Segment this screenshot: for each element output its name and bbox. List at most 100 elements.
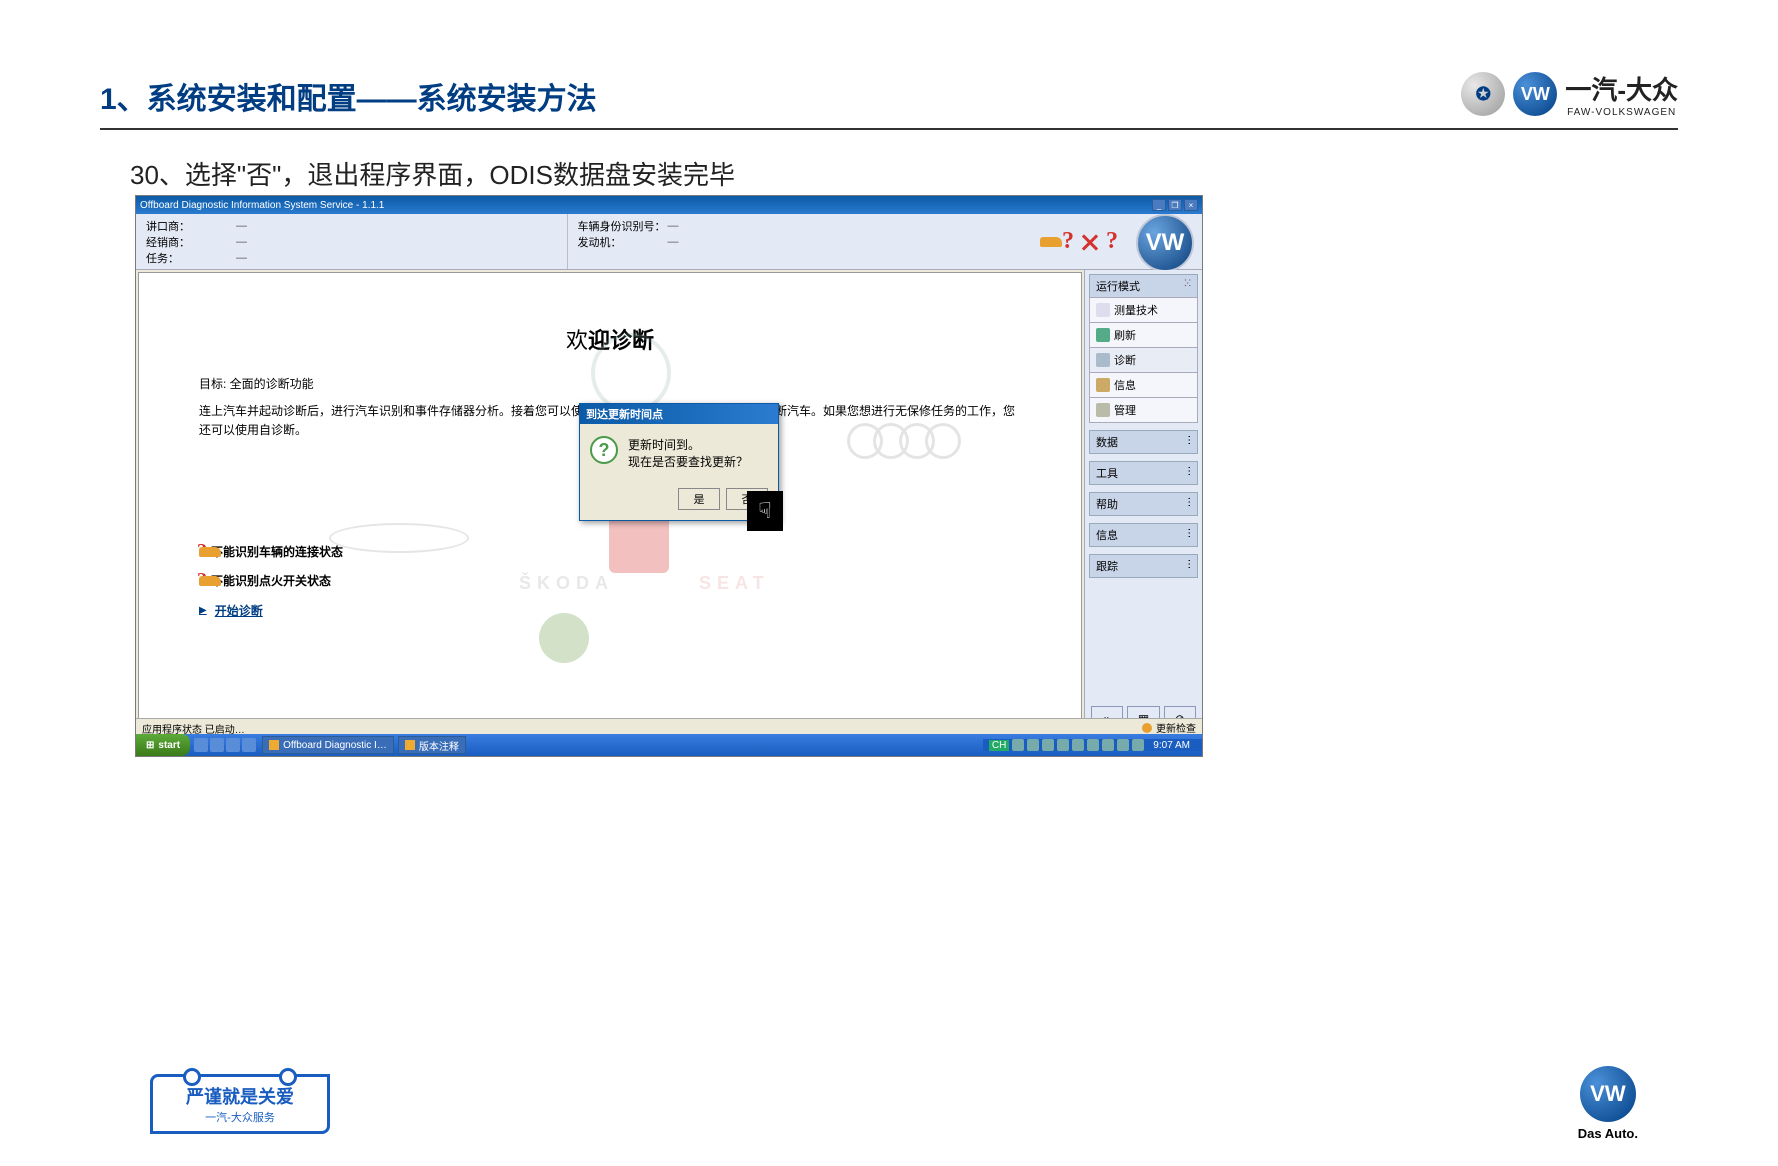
info-col-right: 车辆身份识别号：— 发动机：— (567, 214, 999, 269)
tray-icon[interactable] (1087, 739, 1099, 751)
tray-icon[interactable] (1072, 739, 1084, 751)
main-content-area: ŠKODA SEAT 欢迎诊断 目标: 全面的诊断功能 连上汽车并起动诊断后，进… (138, 272, 1082, 738)
skoda-text-watermark: ŠKODA (519, 573, 614, 594)
tray-icon[interactable] (1057, 739, 1069, 751)
dialog-message: 更新时间到。 现在是否要查找更新？ (628, 436, 748, 470)
importer-label: 讲口商： (146, 218, 236, 234)
play-icon: ▶ (199, 605, 207, 616)
importer-value: — (236, 220, 247, 232)
sidebar-header-info2[interactable]: 信息ⵗ (1089, 523, 1198, 547)
info-col-left: 讲口商：— 经销商：— 任务：— (136, 214, 567, 269)
status-text: 应用程序状态 已启动… (142, 721, 245, 734)
app-icon (405, 740, 415, 750)
engine-label: 发动机： (578, 234, 668, 250)
vin-label: 车辆身份识别号： (578, 218, 668, 234)
sidebar-header-runmode[interactable]: 运行模式ⵘ (1089, 274, 1198, 298)
window-titlebar[interactable]: Offboard Diagnostic Information System S… (136, 196, 1202, 214)
gauge-icon (1096, 303, 1110, 317)
faw-emblem-icon: ✪ (1461, 72, 1505, 116)
quick-launch (190, 738, 260, 752)
tray-icon[interactable] (1102, 739, 1114, 751)
seat-text-watermark: SEAT (699, 573, 770, 594)
cursor-hand-icon: ☟ (747, 491, 783, 531)
vehicle-info-panel: 讲口商：— 经销商：— 任务：— 车辆身份识别号：— 发动机：— ? ? VW (136, 214, 1202, 270)
close-button[interactable]: × (1184, 199, 1198, 211)
odis-body: ŠKODA SEAT 欢迎诊断 目标: 全面的诊断功能 连上汽车并起动诊断后，进… (136, 270, 1202, 740)
sidebar-item-measure[interactable]: 测量技术 (1089, 297, 1198, 323)
slide-step-text: 30、选择"否"，退出程序界面，ODIS数据盘安装完毕 (130, 155, 735, 192)
sidebar-header-help[interactable]: 帮助ⵗ (1089, 492, 1198, 516)
expand-icon: ⵗ (1187, 465, 1191, 481)
vw-watermark-icon (591, 333, 671, 413)
tray-icon[interactable] (1027, 739, 1039, 751)
sidebar-item-refresh[interactable]: 刷新 (1089, 322, 1198, 348)
question-circle-icon: ? (590, 436, 618, 464)
maximize-button[interactable]: ❐ (1168, 199, 1182, 211)
windows-taskbar: ⊞ start Offboard Diagnostic I… 版本注释 CH (136, 734, 1202, 756)
dialog-title[interactable]: 到达更新时间点 (580, 404, 778, 424)
sidebar-header-trace[interactable]: 跟踪ⵗ (1089, 554, 1198, 578)
vw-emblem-icon: VW (1580, 1066, 1636, 1122)
task-value: — (236, 252, 247, 264)
vw-emblem-icon: VW (1513, 72, 1557, 116)
care-badge: 严谨就是关爱 一汽-大众服务 (150, 1074, 330, 1134)
diagnosis-icon (1096, 353, 1110, 367)
ql-icon[interactable] (226, 738, 240, 752)
right-sidebar: 运行模式ⵘ 测量技术 刷新 诊断 信息 管理 数据ⵗ 工具ⵗ 帮助ⵗ 信息ⵗ 跟… (1084, 270, 1202, 740)
skoda-logo-watermark-icon (539, 613, 589, 663)
taskbar-item-notes[interactable]: 版本注释 (398, 736, 466, 754)
vin-value: — (668, 220, 679, 232)
x-mark-icon (1080, 232, 1100, 252)
start-button[interactable]: ⊞ start (136, 734, 190, 756)
slide-footer: 严谨就是关爱 一汽-大众服务 VW Das Auto. (150, 1066, 1638, 1141)
odis-app-window: Offboard Diagnostic Information System S… (135, 195, 1203, 757)
sidebar-item-admin[interactable]: 管理 (1089, 397, 1198, 423)
collapse-icon: ⵘ (1184, 278, 1191, 294)
status-bar-right: 更新检查 (1142, 721, 1196, 734)
warning-dot-icon (1142, 723, 1152, 733)
tray-icon[interactable] (1042, 739, 1054, 751)
clock[interactable]: 9:07 AM (1147, 740, 1196, 751)
faw-brand-text: 一汽-大众 FAW-VOLKSWAGEN (1565, 70, 1678, 118)
app-icon (269, 740, 279, 750)
sidebar-item-diagnosis[interactable]: 诊断 (1089, 347, 1198, 373)
book-icon (1096, 378, 1110, 392)
dealer-value: — (236, 236, 247, 248)
task-label: 任务： (146, 250, 236, 266)
ql-icon[interactable] (242, 738, 256, 752)
sidebar-header-tools[interactable]: 工具ⵗ (1089, 461, 1198, 485)
car-status-icon: ? (1040, 228, 1074, 255)
ql-icon[interactable] (210, 738, 224, 752)
ql-icon[interactable] (194, 738, 208, 752)
expand-icon: ⵗ (1187, 496, 1191, 512)
folder-icon (1096, 403, 1110, 417)
expand-icon: ⵗ (1187, 527, 1191, 543)
vw-logo-icon: VW (1136, 214, 1194, 272)
engine-value: — (668, 236, 679, 248)
expand-icon: ⵗ (1187, 434, 1191, 450)
minimize-button[interactable]: _ (1152, 199, 1166, 211)
windows-icon: ⊞ (146, 740, 154, 751)
footer-vw-logo: VW Das Auto. (1578, 1066, 1638, 1141)
tray-icon[interactable] (1117, 739, 1129, 751)
taskbar-item-odis[interactable]: Offboard Diagnostic I… (262, 736, 394, 754)
sidebar-header-data[interactable]: 数据ⵗ (1089, 430, 1198, 454)
tray-lang[interactable]: CH (989, 740, 1009, 751)
system-tray: CH 9:07 AM (983, 739, 1202, 751)
sidebar-item-info[interactable]: 信息 (1089, 372, 1198, 398)
start-diagnosis-link[interactable]: ▶ 开始诊断 (199, 602, 1021, 619)
tray-icon[interactable] (1132, 739, 1144, 751)
seat-logo-watermark-icon (609, 513, 669, 573)
question-icon: ? (1106, 228, 1118, 255)
dealer-label: 经销商： (146, 234, 236, 250)
bentley-watermark-icon (329, 523, 469, 573)
yes-button[interactable]: 是 (678, 488, 720, 510)
header-status-icons: ? ? (998, 214, 1128, 269)
faw-vw-logo: ✪ VW 一汽-大众 FAW-VOLKSWAGEN (1461, 70, 1678, 118)
expand-icon: ⵗ (1187, 558, 1191, 574)
slide-title: 1、系统安装和配置——系统安装方法 (100, 74, 597, 118)
tray-icon[interactable] (1012, 739, 1024, 751)
refresh-icon (1096, 328, 1110, 342)
audi-watermark-icon (857, 423, 961, 459)
window-title: Offboard Diagnostic Information System S… (140, 200, 384, 211)
